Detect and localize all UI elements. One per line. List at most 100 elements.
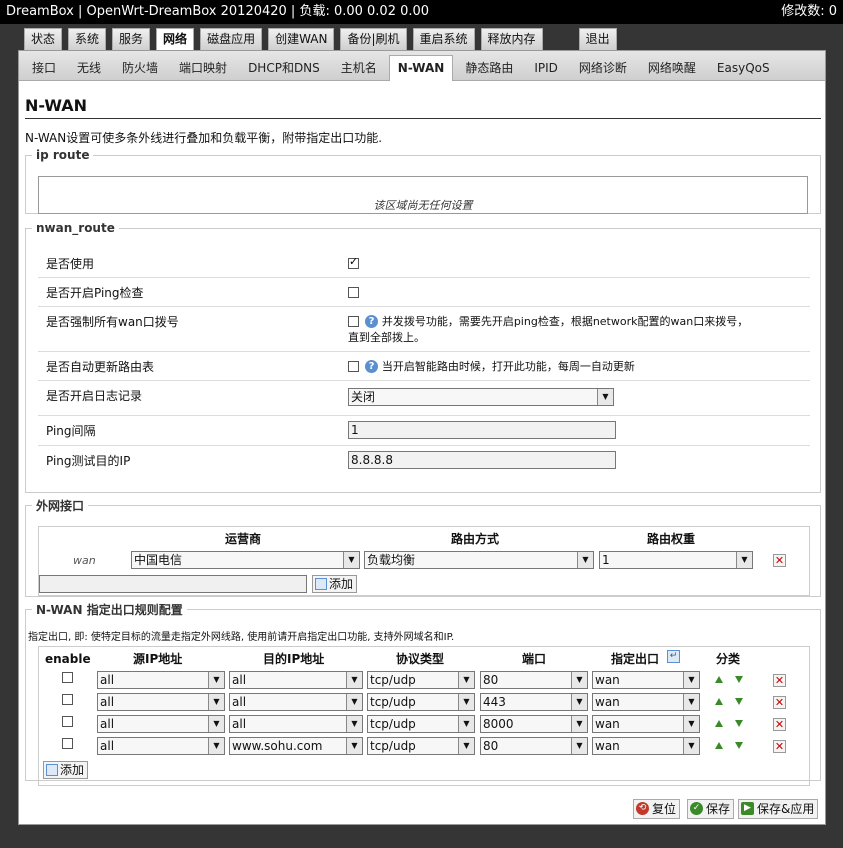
ping-interval-input[interactable]: 1	[348, 421, 616, 439]
move-up-icon[interactable]	[715, 742, 723, 749]
auto-update-checkbox[interactable]	[348, 361, 359, 372]
out-select[interactable]: wan ▼	[592, 671, 700, 689]
src-select[interactable]: all ▼	[97, 693, 225, 711]
move-up-icon[interactable]	[715, 676, 723, 683]
tab-status[interactable]: 状态	[24, 28, 63, 50]
dst-select[interactable]: all ▼	[229, 693, 363, 711]
add-rule-label: 添加	[60, 763, 85, 777]
mode-select[interactable]: 负载均衡 ▼	[364, 551, 594, 569]
move-down-icon[interactable]	[735, 720, 743, 727]
ping-check-label: 是否开启Ping检查	[46, 286, 144, 300]
dst-select[interactable]: all ▼	[229, 671, 363, 689]
rule-enable-checkbox[interactable]	[62, 672, 73, 683]
header-bar: DreamBox | OpenWrt-DreamBox 20120420 | 负…	[0, 0, 843, 24]
add-wan-button[interactable]: 添加	[312, 575, 358, 593]
row-ping-ip: Ping测试目的IP 8.8.8.8	[38, 446, 810, 476]
chevron-down-icon: ▼	[458, 716, 474, 732]
chevron-down-icon: ▼	[208, 672, 224, 688]
new-wan-input[interactable]	[39, 575, 307, 593]
chevron-down-icon: ▼	[346, 716, 362, 732]
chevron-down-icon: ▼	[736, 552, 752, 568]
ping-interval-label: Ping间隔	[46, 424, 96, 438]
subtab-hostnames[interactable]: 主机名	[332, 55, 386, 81]
subtab-port-forward[interactable]: 端口映射	[170, 55, 236, 81]
tab-backup-flash[interactable]: 备份|刷机	[340, 28, 407, 50]
port-select[interactable]: 8000 ▼	[480, 715, 588, 733]
chevron-down-icon: ▼	[346, 694, 362, 710]
rule-enable-checkbox[interactable]	[62, 738, 73, 749]
reset-button[interactable]: ⟲ 复位	[633, 799, 681, 819]
tab-free-memory[interactable]: 释放内存	[480, 28, 543, 50]
help-icon: ?	[365, 360, 378, 373]
ping-ip-input[interactable]: 8.8.8.8	[348, 451, 616, 469]
rule-enable-checkbox[interactable]	[62, 716, 73, 727]
weight-select[interactable]: 1 ▼	[599, 551, 753, 569]
subtab-firewall[interactable]: 防火墙	[113, 55, 167, 81]
move-down-icon[interactable]	[735, 698, 743, 705]
enable-checkbox[interactable]	[348, 255, 359, 269]
table-row: all ▼ all ▼ tcp/udp ▼ 8000 ▼ wan ▼ ✕	[39, 713, 809, 735]
tab-disk[interactable]: 磁盘应用	[200, 28, 263, 50]
delete-wan-button[interactable]: ✕	[773, 554, 786, 567]
subtab-dhcp-dns[interactable]: DHCP和DNS	[239, 55, 329, 81]
tab-logout[interactable]: 退出	[578, 28, 617, 50]
port-select[interactable]: 80 ▼	[480, 737, 588, 755]
out-select[interactable]: wan ▼	[592, 715, 700, 733]
proto-select[interactable]: tcp/udp ▼	[367, 715, 475, 733]
tab-network[interactable]: 网络	[156, 28, 195, 50]
save-apply-button[interactable]: ▶ 保存&应用	[738, 799, 819, 819]
src-select[interactable]: all ▼	[97, 715, 225, 733]
src-select[interactable]: all ▼	[97, 671, 225, 689]
move-up-icon[interactable]	[715, 720, 723, 727]
chevron-down-icon: ▼	[571, 716, 587, 732]
chevron-down-icon: ▼	[346, 672, 362, 688]
subtab-static-routes[interactable]: 静态路由	[456, 55, 522, 81]
subtab-wol[interactable]: 网络唤醒	[639, 55, 705, 81]
isp-select[interactable]: 中国电信 ▼	[131, 551, 360, 569]
force-dial-checkbox[interactable]	[348, 316, 359, 327]
port-select[interactable]: 80 ▼	[480, 671, 588, 689]
ip-route-empty-text: 该区域尚无任何设置	[373, 199, 473, 212]
out-select[interactable]: wan ▼	[592, 737, 700, 755]
dst-select[interactable]: www.sohu.com ▼	[229, 737, 363, 755]
src-value: all	[100, 695, 115, 709]
ping-check-checkbox[interactable]	[348, 287, 359, 298]
chevron-down-icon: ▼	[683, 738, 699, 754]
tab-services[interactable]: 服务	[112, 28, 151, 50]
move-up-icon[interactable]	[715, 698, 723, 705]
proto-select[interactable]: tcp/udp ▼	[367, 737, 475, 755]
delete-rule-button[interactable]: ✕	[773, 696, 786, 709]
out-select[interactable]: wan ▼	[592, 693, 700, 711]
subtab-interfaces[interactable]: 接口	[23, 55, 65, 81]
ip-route-legend: ip route	[36, 148, 90, 162]
return-icon[interactable]: ↵	[667, 650, 680, 663]
proto-select[interactable]: tcp/udp ▼	[367, 693, 475, 711]
header-title: DreamBox | OpenWrt-DreamBox 20120420 | 负…	[6, 4, 430, 19]
tab-system[interactable]: 系统	[68, 28, 107, 50]
proto-select[interactable]: tcp/udp ▼	[367, 671, 475, 689]
move-down-icon[interactable]	[735, 742, 743, 749]
tab-create-wan[interactable]: 创建WAN	[268, 28, 335, 50]
row-ping-check: 是否开启Ping检查	[38, 278, 810, 307]
dst-select[interactable]: all ▼	[229, 715, 363, 733]
add-rule-button[interactable]: 添加	[43, 761, 89, 779]
subtab-easyqos[interactable]: EasyQoS	[708, 55, 779, 81]
subtab-diagnostics[interactable]: 网络诊断	[570, 55, 636, 81]
port-select[interactable]: 443 ▼	[480, 693, 588, 711]
subtab-wireless[interactable]: 无线	[68, 55, 110, 81]
tab-reboot[interactable]: 重启系统	[412, 28, 475, 50]
subtab-ipid[interactable]: IPID	[525, 55, 567, 81]
page-description: N-WAN设置可使多条外线进行叠加和负载平衡，附带指定出口功能.	[25, 131, 383, 145]
changes-counter[interactable]: 修改数: 0	[781, 0, 837, 24]
delete-rule-button[interactable]: ✕	[773, 674, 786, 687]
move-down-icon[interactable]	[735, 676, 743, 683]
col-weight: 路由权重	[647, 532, 696, 546]
log-select[interactable]: 关闭 ▼	[348, 388, 614, 406]
delete-rule-button[interactable]: ✕	[773, 740, 786, 753]
rule-enable-checkbox[interactable]	[62, 694, 73, 705]
subtab-nwan[interactable]: N-WAN	[388, 55, 454, 81]
save-button[interactable]: ✓ 保存	[687, 799, 735, 819]
weight-select-value: 1	[602, 553, 610, 567]
delete-rule-button[interactable]: ✕	[773, 718, 786, 731]
src-select[interactable]: all ▼	[97, 737, 225, 755]
